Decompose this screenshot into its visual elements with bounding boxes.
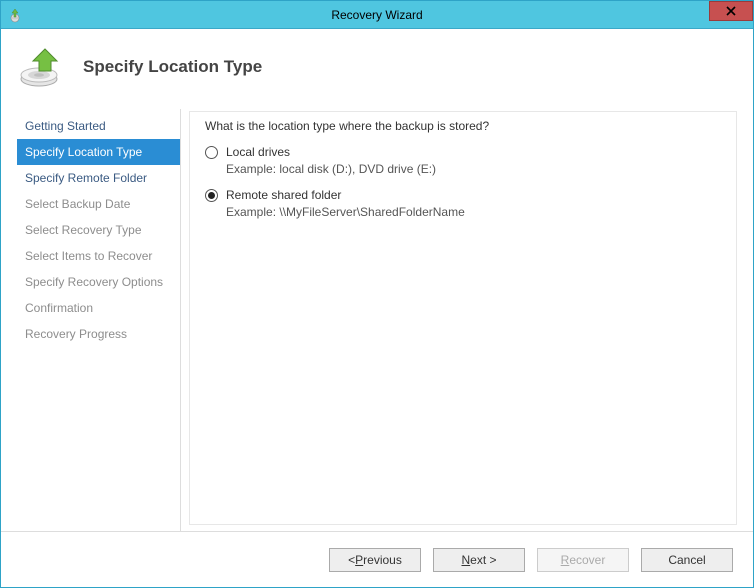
recover-button: Recover bbox=[537, 548, 629, 572]
close-icon bbox=[726, 6, 736, 16]
option-remote-label: Remote shared folder bbox=[226, 188, 465, 202]
app-icon bbox=[7, 7, 23, 23]
body-area: Getting Started Specify Location Type Sp… bbox=[1, 101, 753, 531]
wizard-icon bbox=[17, 45, 65, 89]
step-specify-remote-folder[interactable]: Specify Remote Folder bbox=[17, 165, 180, 191]
step-recovery-progress: Recovery Progress bbox=[17, 321, 180, 347]
wizard-footer: < Previous Next > Recover Cancel bbox=[1, 531, 753, 587]
step-getting-started[interactable]: Getting Started bbox=[17, 113, 180, 139]
option-local-drives-texts: Local drives Example: local disk (D:), D… bbox=[226, 145, 436, 176]
cancel-label: Cancel bbox=[668, 553, 705, 567]
title-bar: Recovery Wizard bbox=[1, 1, 753, 29]
option-local-drives[interactable]: Local drives Example: local disk (D:), D… bbox=[205, 145, 731, 176]
recovery-wizard-window: Recovery Wizard Specify Location Type Ge… bbox=[0, 0, 754, 588]
option-remote-texts: Remote shared folder Example: \\MyFileSe… bbox=[226, 188, 465, 219]
step-confirmation: Confirmation bbox=[17, 295, 180, 321]
radio-local-drives[interactable] bbox=[205, 146, 218, 159]
recover-accel: R bbox=[561, 553, 570, 567]
option-local-drives-example: Example: local disk (D:), DVD drive (E:) bbox=[226, 162, 436, 176]
option-remote-shared-folder[interactable]: Remote shared folder Example: \\MyFileSe… bbox=[205, 188, 731, 219]
previous-suffix: revious bbox=[363, 553, 402, 567]
prompt-text: What is the location type where the back… bbox=[205, 119, 731, 133]
previous-prefix: < bbox=[348, 553, 355, 567]
step-select-items-to-recover: Select Items to Recover bbox=[17, 243, 180, 269]
step-select-recovery-type: Select Recovery Type bbox=[17, 217, 180, 243]
main-panel: What is the location type where the back… bbox=[181, 109, 737, 531]
step-select-backup-date: Select Backup Date bbox=[17, 191, 180, 217]
cancel-button[interactable]: Cancel bbox=[641, 548, 733, 572]
previous-button[interactable]: < Previous bbox=[329, 548, 421, 572]
close-button[interactable] bbox=[709, 1, 753, 21]
radio-remote-shared-folder[interactable] bbox=[205, 189, 218, 202]
previous-accel: P bbox=[355, 553, 363, 567]
recover-suffix: ecover bbox=[569, 553, 605, 567]
step-specify-recovery-options: Specify Recovery Options bbox=[17, 269, 180, 295]
step-specify-location-type[interactable]: Specify Location Type bbox=[17, 139, 180, 165]
header-band: Specify Location Type bbox=[1, 29, 753, 101]
window-title: Recovery Wizard bbox=[1, 8, 753, 22]
option-remote-example: Example: \\MyFileServer\SharedFolderName bbox=[226, 205, 465, 219]
next-button[interactable]: Next > bbox=[433, 548, 525, 572]
wizard-steps-sidebar: Getting Started Specify Location Type Sp… bbox=[17, 109, 181, 531]
page-title: Specify Location Type bbox=[83, 57, 262, 77]
next-suffix: ext > bbox=[470, 553, 496, 567]
option-local-drives-label: Local drives bbox=[226, 145, 436, 159]
next-accel: N bbox=[461, 553, 470, 567]
